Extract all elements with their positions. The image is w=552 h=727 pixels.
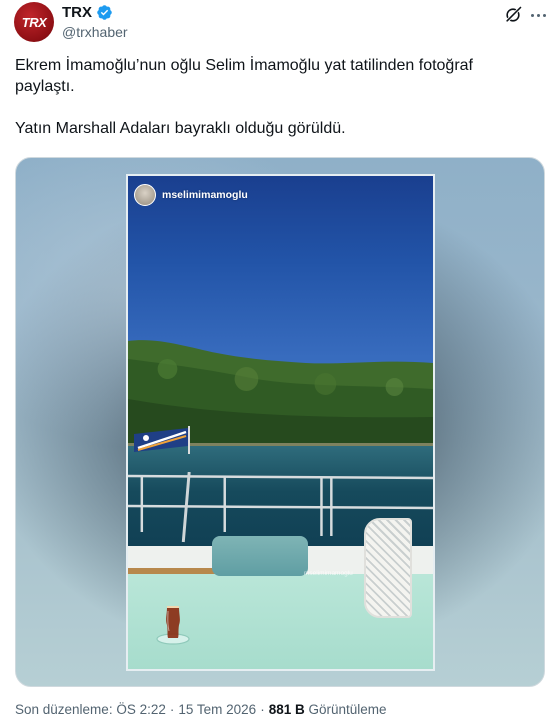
story-avatar — [134, 184, 156, 206]
tweet-paragraph: Ekrem İmamoğlu’nun oğlu Selim İmamoğlu y… — [15, 57, 473, 95]
edited-prefix: Son düzenleme: — [15, 702, 113, 717]
story-username: mselimimamoglu — [162, 189, 248, 201]
author-display-name[interactable]: TRX — [62, 4, 92, 21]
tweet-text: Ekrem İmamoğlu’nun oğlu Selim İmamoğlu y… — [15, 55, 535, 139]
avatar-logo-text: TRX — [21, 14, 47, 30]
grok-icon[interactable] — [503, 5, 523, 25]
tweet-paragraph: Yatın Marshall Adaları bayraklı olduğu g… — [15, 120, 346, 137]
separator-dot: · — [260, 702, 265, 717]
separator-dot: · — [169, 702, 175, 717]
story-watermark: mselimimamoglu — [304, 570, 353, 577]
wicker-chair — [364, 518, 412, 618]
marshall-islands-flag — [134, 426, 190, 454]
verified-badge-icon — [97, 5, 112, 20]
views-label: Görüntüleme — [308, 702, 387, 717]
story-header: mselimimamoglu — [134, 184, 248, 206]
more-icon[interactable] — [527, 4, 549, 26]
author-name-row: TRX — [62, 4, 113, 21]
tweet-date[interactable]: 15 Tem 2026 — [178, 702, 256, 717]
instagram-story-photo[interactable]: mselimimamoglu mselimimamoglu — [126, 174, 435, 671]
tweet-time[interactable]: ÖS 2:22 — [116, 702, 166, 717]
seat-cushion — [212, 536, 308, 576]
tweet-media[interactable]: mselimimamoglu mselimimamoglu — [15, 157, 545, 687]
author-handle[interactable]: @trxhaber — [62, 24, 128, 40]
author-avatar[interactable]: TRX — [14, 2, 54, 42]
views-count[interactable]: 881 B — [269, 702, 305, 717]
tweet-meta: Son düzenleme: ÖS 2:22 · 15 Tem 2026 · 881 B… — [15, 702, 387, 717]
tea-glass — [156, 606, 190, 645]
